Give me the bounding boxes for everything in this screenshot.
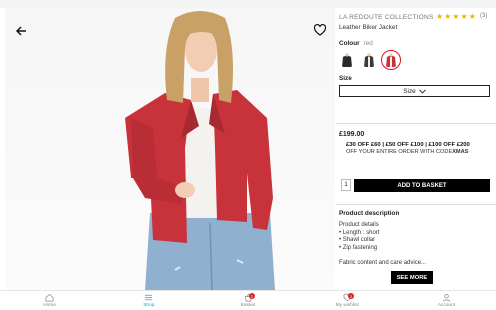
- product-title: Leather Biker Jacket: [339, 24, 398, 31]
- tab-basket[interactable]: 2 Basket: [198, 291, 297, 310]
- add-to-basket-button[interactable]: ADD TO BASKET: [354, 179, 490, 192]
- status-bar: [0, 0, 496, 8]
- tab-label: My wishlist: [335, 303, 359, 308]
- size-dropdown-label: Size: [403, 87, 416, 95]
- star-icon: ★: [436, 12, 444, 21]
- tab-shop[interactable]: Shop: [99, 291, 198, 310]
- fabric-care-link[interactable]: Fabric content and care advice...: [339, 260, 426, 266]
- product-info-panel: LA REDOUTE COLLECTIONS ★ ★ ★ ★ ★ (3) Lea…: [336, 8, 496, 290]
- promo-code: XMAS: [452, 149, 469, 155]
- user-icon: [442, 293, 450, 302]
- see-more-button[interactable]: SEE MORE: [391, 271, 433, 284]
- size-label: Size: [339, 75, 352, 82]
- star-icon: ★: [452, 12, 460, 21]
- bottom-tab-bar: Home Shop 2 Basket 2 My wishlist Account: [0, 290, 496, 310]
- rating-stars[interactable]: ★ ★ ★ ★ ★: [436, 12, 476, 21]
- tab-wishlist[interactable]: 2 My wishlist: [298, 291, 397, 310]
- basket-count-badge: 2: [249, 293, 255, 299]
- product-photo[interactable]: [5, 8, 335, 290]
- tab-label: Basket: [240, 303, 256, 308]
- swatch-red-jacket[interactable]: [381, 50, 401, 70]
- chevron-down-icon: [418, 88, 426, 94]
- colour-heading: Colour: [339, 40, 360, 47]
- tab-account[interactable]: Account: [397, 291, 496, 310]
- promo-line: £30 OFF £60 | £50 OFF £100 | £100 OFF £2…: [346, 142, 470, 148]
- tab-label: Shop: [143, 303, 155, 308]
- colour-swatches: [339, 50, 401, 70]
- model-wearing-red-jacket-image: [125, 11, 275, 290]
- divider: [336, 204, 496, 205]
- swatch-dark-jacket[interactable]: [361, 52, 377, 68]
- colour-label: Colour red: [339, 40, 373, 47]
- promo-code-line: OFF YOUR ENTIRE ORDER WITH CODEXMAS: [346, 149, 468, 155]
- wishlist-heart-icon[interactable]: [313, 23, 327, 37]
- wishlist-count-badge: 2: [348, 293, 355, 299]
- brand-name[interactable]: LA REDOUTE COLLECTIONS: [339, 14, 434, 21]
- price: £199.00: [339, 131, 365, 138]
- swatch-black-jacket[interactable]: [339, 52, 355, 68]
- detail-line: • Zip fastening: [339, 244, 378, 251]
- promo-code-text: OFF YOUR ENTIRE ORDER WITH CODE: [346, 149, 453, 155]
- detail-line: • Length : short: [339, 229, 380, 236]
- divider: [336, 123, 496, 124]
- size-dropdown[interactable]: Size: [339, 85, 490, 97]
- product-details: Product details • Length : short • Shawl…: [339, 222, 379, 252]
- product-screen: LA REDOUTE COLLECTIONS ★ ★ ★ ★ ★ (3) Lea…: [0, 0, 496, 310]
- details-heading: Product details: [339, 222, 379, 228]
- colour-value: red: [363, 40, 373, 47]
- tab-label: Account: [437, 303, 456, 308]
- tab-home[interactable]: Home: [0, 291, 99, 310]
- product-description-title: Product description: [339, 210, 400, 217]
- tab-label: Home: [43, 303, 56, 308]
- rating-count[interactable]: (3): [480, 13, 487, 19]
- quantity-selector[interactable]: 1: [341, 179, 351, 191]
- menu-icon: [145, 294, 153, 301]
- detail-line: • Shawl collar: [339, 237, 376, 244]
- back-arrow-icon[interactable]: [15, 24, 27, 36]
- star-icon: ★: [460, 12, 468, 21]
- star-icon: ★: [468, 12, 476, 21]
- home-icon: [45, 293, 54, 302]
- star-icon: ★: [444, 12, 452, 21]
